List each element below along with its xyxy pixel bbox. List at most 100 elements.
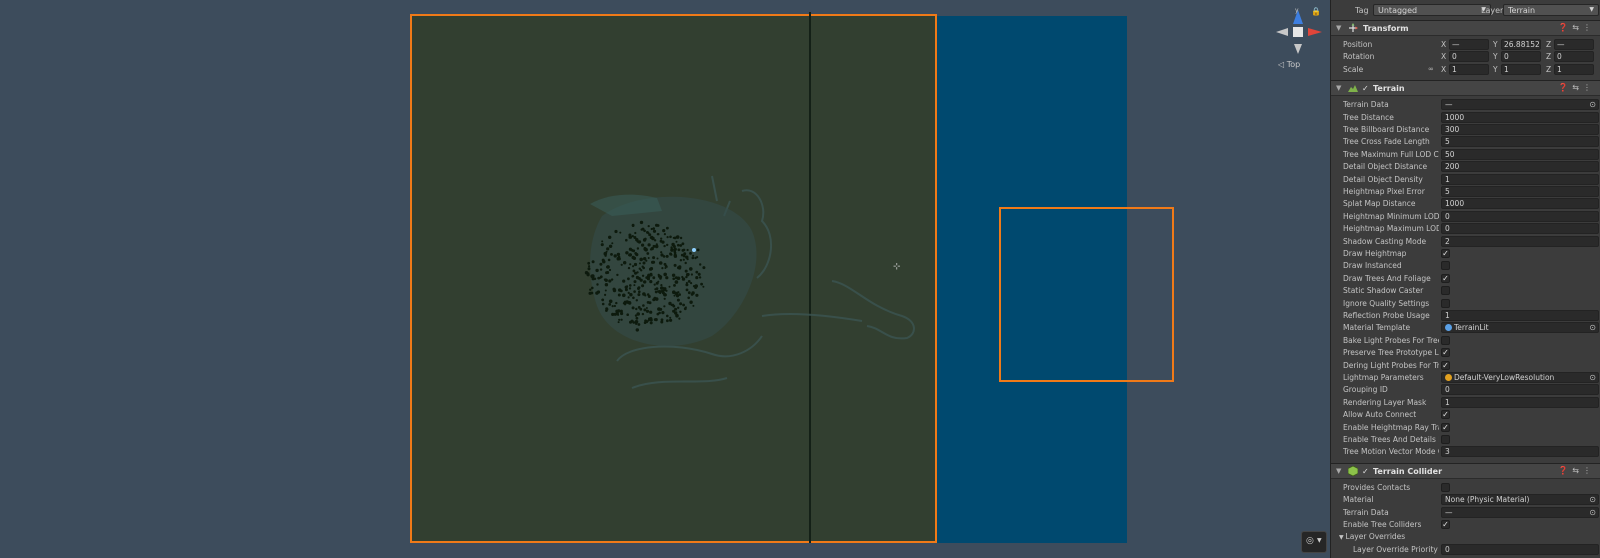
terrain-data-object-field[interactable]: — ⊙ bbox=[1441, 99, 1599, 111]
object-value: None (Physic Material) bbox=[1445, 495, 1530, 505]
material-template-object-field[interactable]: TerrainLit ⊙ bbox=[1441, 322, 1599, 334]
terrain-row-ignore-quality-settings: Ignore Quality Settings bbox=[1331, 298, 1600, 310]
material-object-field[interactable]: None (Physic Material) ⊙ bbox=[1441, 494, 1599, 506]
terrain-row-shadow-casting-mode: Shadow Casting Mode 2 bbox=[1331, 235, 1600, 248]
tree-maximum-full-lod-co-field[interactable]: 50 bbox=[1441, 148, 1599, 160]
object-picker-icon[interactable]: ⊙ bbox=[1589, 495, 1596, 504]
tree-distance-field[interactable]: 1000 bbox=[1441, 111, 1599, 123]
tree-motion-vector-mode-c-field[interactable]: 3 bbox=[1441, 446, 1599, 458]
rotation-x-field[interactable]: 0 bbox=[1449, 51, 1489, 63]
position-x-field[interactable]: — bbox=[1449, 39, 1489, 50]
scale-z-field[interactable]: 1 bbox=[1554, 63, 1594, 75]
layer-dropdown[interactable]: Terrain ▼ bbox=[1503, 4, 1599, 16]
tree-billboard-distance-field[interactable]: 300 bbox=[1441, 124, 1599, 135]
enable-heightmap-ray-trac-toggle[interactable]: ✓ bbox=[1441, 422, 1450, 432]
fold-arrow-icon[interactable]: ▼ bbox=[1336, 24, 1341, 32]
terrain-selected[interactable] bbox=[410, 12, 1174, 543]
provides-contacts-toggle[interactable] bbox=[1441, 482, 1450, 492]
field-label: Dering Light Probes For Tre bbox=[1343, 360, 1439, 370]
detail-object-distance-field[interactable]: 200 bbox=[1441, 161, 1599, 173]
transform-component-header[interactable]: ▼ Transform ❓⇆⋮ bbox=[1331, 20, 1600, 36]
lightmap-parameters-object-field[interactable]: Default-VeryLowResolution ⊙ bbox=[1441, 372, 1599, 383]
draw-instanced-toggle[interactable] bbox=[1441, 261, 1450, 271]
component-menu-icons[interactable]: ❓⇆⋮ bbox=[1558, 83, 1595, 92]
heightmap-maximum-lod-field[interactable]: 0 bbox=[1441, 223, 1599, 235]
rotation-y-field[interactable]: 0 bbox=[1501, 51, 1541, 63]
heightmap-pixel-error-field[interactable]: 5 bbox=[1441, 186, 1599, 197]
neg-x-axis-cone[interactable] bbox=[1276, 28, 1288, 36]
draw-trees-and-foliage-toggle[interactable]: ✓ bbox=[1441, 273, 1450, 283]
enable-component-toggle[interactable]: ✓ bbox=[1362, 84, 1371, 93]
object-picker-icon[interactable]: ⊙ bbox=[1589, 100, 1596, 109]
terrain-component-header[interactable]: ▼ ✓ Terrain ❓⇆⋮ bbox=[1331, 80, 1600, 97]
field-label: Grouping ID bbox=[1343, 385, 1388, 395]
component-title: Terrain Collider bbox=[1373, 466, 1443, 476]
field-label: Allow Auto Connect bbox=[1343, 410, 1417, 420]
terrain-data-object-field[interactable]: — ⊙ bbox=[1441, 506, 1599, 518]
reflection-probe-usage-field[interactable]: 1 bbox=[1441, 310, 1599, 321]
terrain-row-rendering-layer-mask: Rendering Layer Mask 1 bbox=[1331, 396, 1600, 409]
tag-value: Untagged bbox=[1378, 6, 1418, 15]
static-shadow-caster-toggle[interactable] bbox=[1441, 286, 1450, 296]
enable-tree-colliders-toggle[interactable]: ✓ bbox=[1441, 520, 1450, 529]
layer-override-priority-field[interactable]: 0 bbox=[1441, 543, 1599, 555]
axis-label-y: Y bbox=[1493, 52, 1498, 62]
draw-heightmap-toggle[interactable]: ✓ bbox=[1441, 249, 1450, 258]
shadow-casting-mode-field[interactable]: 2 bbox=[1441, 235, 1599, 247]
transform-icon bbox=[1349, 23, 1358, 32]
splat-map-distance-field[interactable]: 1000 bbox=[1441, 198, 1599, 210]
field-label: Tree Cross Fade Length bbox=[1343, 137, 1430, 147]
preserve-tree-prototype-la-toggle[interactable]: ✓ bbox=[1441, 348, 1450, 358]
enable-component-toggle[interactable]: ✓ bbox=[1362, 467, 1371, 476]
terrain-row-preserve-tree-prototype-la: Preserve Tree Prototype La ✓ bbox=[1331, 347, 1600, 359]
object-picker-icon[interactable]: ⊙ bbox=[1589, 323, 1596, 332]
terrain_collider-row-layer-override-priority: Layer Override Priority 0 bbox=[1331, 543, 1600, 556]
object-picker-icon[interactable]: ⊙ bbox=[1589, 373, 1596, 382]
field-label: Rendering Layer Mask bbox=[1343, 397, 1427, 407]
component-menu-icons[interactable]: ❓⇆⋮ bbox=[1558, 23, 1595, 32]
field-label: Heightmap Maximum LOD bbox=[1343, 224, 1439, 234]
gizmo-center-cube[interactable] bbox=[1293, 27, 1303, 37]
object-value: — bbox=[1445, 100, 1453, 110]
link-icon[interactable]: ∞ bbox=[1428, 65, 1434, 73]
tag-dropdown[interactable]: Untagged ▼ bbox=[1373, 4, 1491, 16]
position-z-field[interactable]: — bbox=[1554, 39, 1594, 50]
overlay-menu-button[interactable]: ◎ ▼ bbox=[1301, 531, 1327, 553]
object-value: Default-VeryLowResolution bbox=[1454, 373, 1555, 382]
rendering-layer-mask-field[interactable]: 1 bbox=[1441, 396, 1599, 408]
fold-arrow-icon[interactable]: ▼ bbox=[1336, 467, 1341, 475]
dering-light-probes-for-tre-toggle[interactable]: ✓ bbox=[1441, 360, 1450, 370]
move-cursor-icon: ⊹ bbox=[893, 262, 901, 272]
enable-trees-and-details-r-toggle[interactable] bbox=[1441, 435, 1450, 444]
ignore-quality-settings-toggle[interactable] bbox=[1441, 298, 1450, 308]
bake-light-probes-for-tree-toggle[interactable] bbox=[1441, 335, 1450, 345]
terrain-row-draw-instanced: Draw Instanced bbox=[1331, 260, 1600, 272]
position-y-field[interactable]: 26.88152 bbox=[1501, 39, 1541, 50]
field-label: Tree Billboard Distance bbox=[1343, 125, 1430, 134]
transform-row-label: Scale bbox=[1343, 64, 1364, 74]
component-menu-icons[interactable]: ❓⇆⋮ bbox=[1558, 466, 1595, 475]
rotation-z-field[interactable]: 0 bbox=[1554, 51, 1594, 63]
heightmap-minimum-lod-s-field[interactable]: 0 bbox=[1441, 210, 1599, 222]
light-gizmo[interactable] bbox=[692, 248, 696, 252]
terrain-icon bbox=[1348, 85, 1358, 93]
tree-cross-fade-length-field[interactable]: 5 bbox=[1441, 136, 1599, 148]
scale-x-field[interactable]: 1 bbox=[1449, 63, 1489, 75]
terrain_collider-component-header[interactable]: ▼ ✓ Terrain Collider ❓⇆⋮ bbox=[1331, 462, 1600, 479]
scene-view[interactable]: ⊹ y ◁ Top 🔒 ◎ ▼ bbox=[0, 0, 1330, 558]
x-axis-cone[interactable] bbox=[1308, 28, 1322, 36]
field-label: Static Shadow Caster bbox=[1343, 286, 1424, 296]
allow-auto-connect-toggle[interactable]: ✓ bbox=[1441, 410, 1450, 420]
scale-y-field[interactable]: 1 bbox=[1501, 63, 1541, 75]
component-title: Terrain bbox=[1373, 84, 1405, 94]
neg-y-axis-cone[interactable] bbox=[1294, 44, 1302, 54]
terrain-row-tree-cross-fade-length: Tree Cross Fade Length 5 bbox=[1331, 136, 1600, 148]
lock-icon[interactable]: 🔒 bbox=[1311, 7, 1321, 16]
foldout-layer-overrides[interactable]: ▼ Layer Overrides bbox=[1339, 532, 1435, 541]
fold-arrow-icon[interactable]: ▼ bbox=[1336, 84, 1341, 92]
grouping-id-field[interactable]: 0 bbox=[1441, 384, 1599, 396]
view-mode-label[interactable]: ◁ Top bbox=[1278, 60, 1300, 69]
terrain-row-tree-distance: Tree Distance 1000 bbox=[1331, 111, 1600, 124]
detail-object-density-field[interactable]: 1 bbox=[1441, 173, 1599, 185]
object-picker-icon[interactable]: ⊙ bbox=[1589, 508, 1596, 517]
